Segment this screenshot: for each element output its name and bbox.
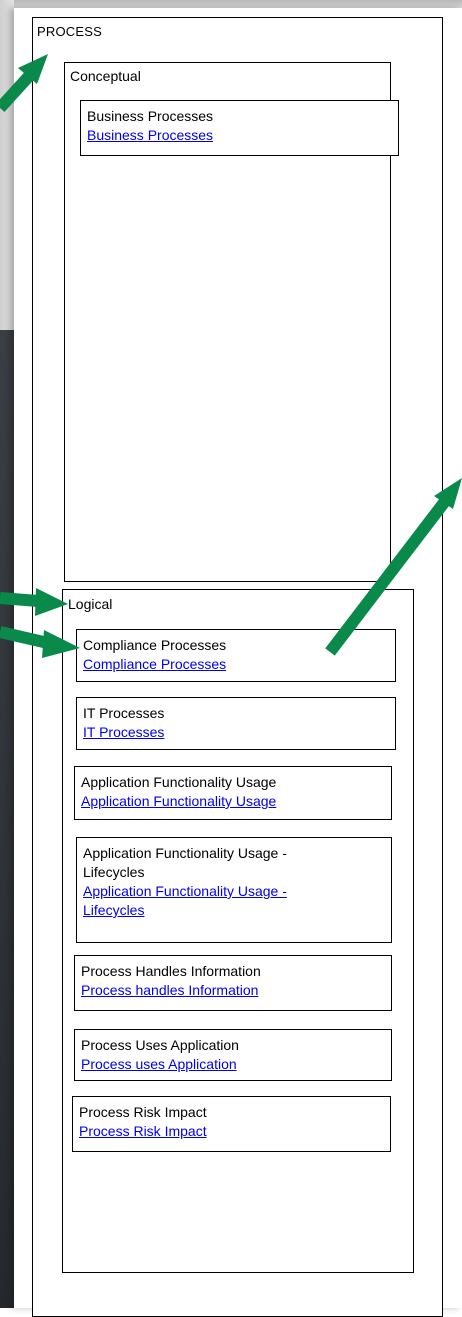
item-title: Process Uses Application [81, 1037, 239, 1053]
item-title: Process Risk Impact [79, 1104, 207, 1120]
logical-title: Logical [68, 596, 113, 612]
item-link[interactable]: Business Processes [87, 126, 392, 145]
process-risk-impact-box: Process Risk Impact Process Risk Impact [72, 1096, 391, 1152]
compliance-processes-box: Compliance Processes Compliance Processe… [76, 629, 396, 682]
process-handles-information-box: Process Handles Information Process hand… [74, 955, 392, 1011]
item-title: IT Processes [83, 705, 165, 721]
item-title: Compliance Processes [83, 637, 227, 653]
background-left [0, 0, 14, 330]
item-link[interactable]: Application Functionality Usage - Lifecy… [83, 882, 341, 920]
background-dark-strip [0, 330, 14, 1308]
application-functionality-usage-lifecycles-box: Application Functionality Usage - Lifecy… [76, 837, 392, 943]
background-top [0, 0, 462, 8]
item-link[interactable]: Compliance Processes [83, 655, 389, 674]
item-title: Application Functionality Usage - Lifecy… [83, 845, 287, 880]
process-title: PROCESS [37, 24, 102, 39]
conceptual-title: Conceptual [70, 68, 141, 84]
item-title: Business Processes [87, 108, 214, 124]
item-title: Application Functionality Usage [81, 774, 277, 790]
application-functionality-usage-box: Application Functionality Usage Applicat… [74, 766, 392, 820]
it-processes-box: IT Processes IT Processes [76, 697, 396, 750]
item-link[interactable]: Application Functionality Usage [81, 792, 385, 811]
item-link[interactable]: Process handles Information [81, 981, 385, 1000]
item-link[interactable]: Process uses Application [81, 1055, 385, 1074]
item-link[interactable]: IT Processes [83, 723, 389, 742]
process-uses-application-box: Process Uses Application Process uses Ap… [74, 1029, 392, 1081]
item-title: Process Handles Information [81, 963, 261, 979]
item-link[interactable]: Process Risk Impact [79, 1122, 384, 1141]
business-processes-box: Business Processes Business Processes [80, 100, 399, 156]
